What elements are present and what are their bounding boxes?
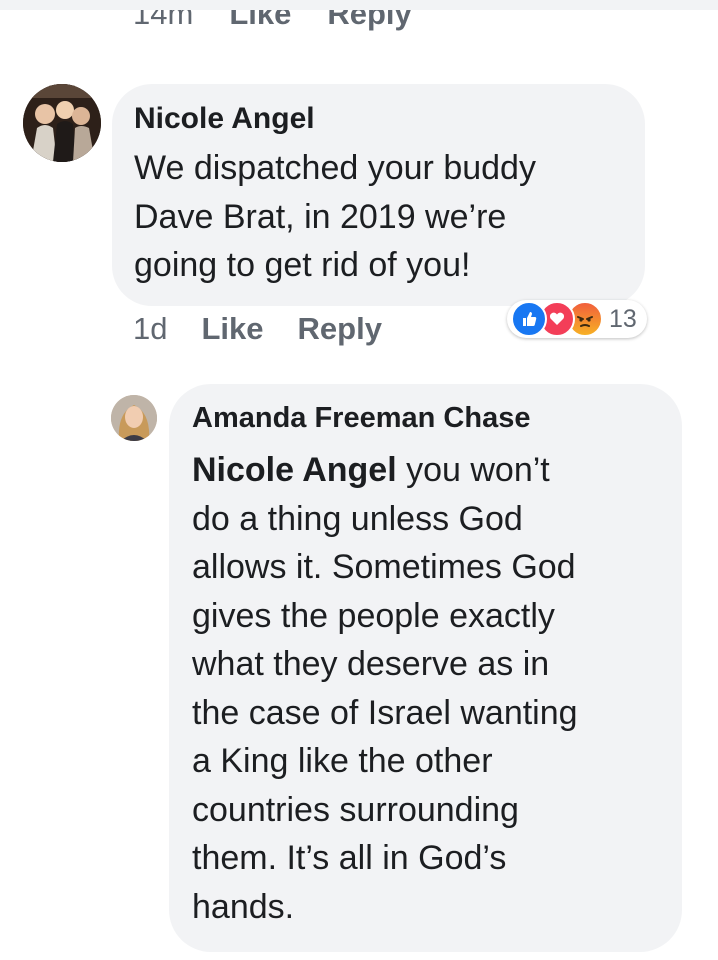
reply-text-line: what they deserve as in bbox=[192, 645, 550, 683]
comment-text: We dispatched your buddy Dave Brat, in 2… bbox=[134, 144, 634, 290]
reply-text-line: them. It’s all in God’s bbox=[192, 839, 507, 877]
reply-text-line: do a thing unless God bbox=[192, 499, 523, 538]
like-icon bbox=[511, 301, 547, 337]
comment-text-line: We dispatched your buddy bbox=[134, 149, 536, 187]
mention-link[interactable]: Nicole Angel bbox=[192, 451, 397, 489]
reply-text-line: gives the people exactly bbox=[192, 596, 555, 635]
previous-timestamp: 14m bbox=[133, 10, 194, 31]
reply-button[interactable]: Reply bbox=[298, 311, 382, 347]
reactions-summary[interactable]: 13 bbox=[507, 300, 647, 338]
reply-text-line: hands. bbox=[192, 887, 295, 926]
reply-text: Nicole Angel you won’t do a thing unless… bbox=[192, 446, 672, 931]
previous-like-button[interactable]: Like bbox=[229, 10, 291, 40]
comment-actions: 1d Like Reply bbox=[133, 311, 416, 347]
previous-reply-button[interactable]: Reply bbox=[327, 10, 411, 40]
avatar-amanda-freeman-chase[interactable] bbox=[111, 395, 157, 441]
reply-author-name[interactable]: Amanda Freeman Chase bbox=[192, 402, 530, 435]
comment-timestamp[interactable]: 1d bbox=[133, 311, 167, 347]
previous-comment-actions: 14m Like Reply bbox=[133, 10, 412, 40]
like-button[interactable]: Like bbox=[201, 311, 263, 347]
comment-author-name[interactable]: Nicole Angel bbox=[134, 102, 315, 136]
reply-text-line: a King like the other bbox=[192, 742, 493, 780]
reaction-count: 13 bbox=[609, 304, 637, 333]
reply-text-line: Nicole Angel you won’t bbox=[192, 446, 672, 495]
reply-text-line: countries surrounding bbox=[192, 790, 519, 829]
avatar-nicole-angel[interactable] bbox=[23, 84, 101, 162]
top-divider bbox=[0, 0, 718, 10]
reply-text-line: allows it. Sometimes God bbox=[192, 548, 576, 586]
reply-text-segment: you won’t bbox=[396, 451, 550, 489]
comment-text-line: Dave Brat, in 2019 we’re bbox=[134, 197, 507, 236]
comment-text-line: going to get rid of you! bbox=[134, 246, 471, 284]
reply-text-line: the case of Israel wanting bbox=[192, 693, 578, 732]
